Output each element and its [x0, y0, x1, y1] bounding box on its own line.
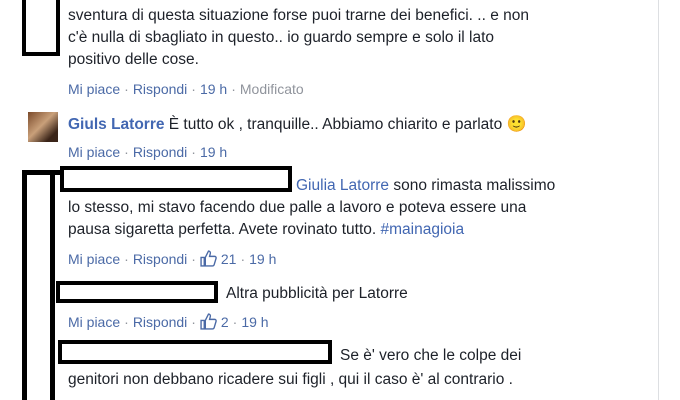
- comment-actions: Mi piace · Rispondi · 21 · 19 h: [68, 250, 277, 267]
- comment-text-line: Se è' vero che le colpe dei: [340, 347, 522, 364]
- comment-text-line: positivo delle cose.: [68, 51, 199, 68]
- comment-text: Altra pubblicità per Latorre: [226, 285, 408, 302]
- like-count[interactable]: 21: [200, 250, 236, 267]
- author-name[interactable]: Giuls Latorre: [68, 116, 164, 133]
- redacted-avatar: [22, 0, 60, 56]
- redacted-name: [60, 166, 292, 192]
- comment-text-line: genitori non debbano ricadere sui figli …: [68, 371, 513, 388]
- comment-text-line: lo stesso, mi stavo facendo due palle a …: [68, 199, 527, 216]
- comment-actions: Mi piace · Rispondi · 19 h: [68, 144, 228, 160]
- hashtag-link[interactable]: #mainagioia: [381, 221, 465, 238]
- redaction-bar: [22, 170, 62, 175]
- comment-actions: Mi piace · Rispondi · 2 · 19 h: [68, 313, 269, 330]
- comment-text: È tutto ok , tranquille.. Abbiamo chiari…: [168, 116, 503, 133]
- reply-link[interactable]: Rispondi: [133, 144, 187, 160]
- timestamp-link[interactable]: 19 h: [200, 81, 227, 97]
- redacted-name: [58, 340, 332, 364]
- comment-text-line: Giulia Latorre sono rimasta malissimo: [296, 177, 556, 194]
- smiley-emoji-icon: 🙂: [506, 116, 527, 133]
- reply-link[interactable]: Rispondi: [133, 251, 187, 267]
- like-link[interactable]: Mi piace: [68, 81, 120, 97]
- like-link[interactable]: Mi piace: [68, 144, 120, 160]
- redaction-bar: [50, 170, 55, 400]
- thumbs-up-icon: [200, 250, 217, 267]
- comment-actions: Mi piace · Rispondi · 19 h · Modificato: [68, 81, 304, 97]
- comment-text-line: pausa sigaretta perfetta. Avete rovinato…: [68, 221, 465, 238]
- comment-body: Giuls Latorre È tutto ok , tranquille.. …: [68, 114, 526, 135]
- redacted-name: [56, 281, 218, 303]
- reply-link[interactable]: Rispondi: [133, 314, 187, 330]
- like-link[interactable]: Mi piace: [68, 314, 120, 330]
- thumbs-up-icon: [200, 313, 217, 330]
- redaction-bar: [22, 170, 27, 400]
- comment-text-line: c'è nulla di sbagliato in questo.. io gu…: [68, 29, 495, 46]
- timestamp-link[interactable]: 19 h: [249, 251, 276, 267]
- like-link[interactable]: Mi piace: [68, 251, 120, 267]
- timestamp-link[interactable]: 19 h: [241, 314, 268, 330]
- like-count[interactable]: 2: [200, 313, 229, 330]
- mention-link[interactable]: Giulia Latorre: [296, 177, 389, 194]
- timestamp-link[interactable]: 19 h: [200, 144, 227, 160]
- avatar[interactable]: [28, 112, 58, 142]
- comment-text-line: sventura di questa situazione forse puoi…: [68, 7, 529, 24]
- right-divider: [658, 0, 659, 400]
- reply-link[interactable]: Rispondi: [133, 81, 187, 97]
- edited-label: Modificato: [239, 81, 304, 97]
